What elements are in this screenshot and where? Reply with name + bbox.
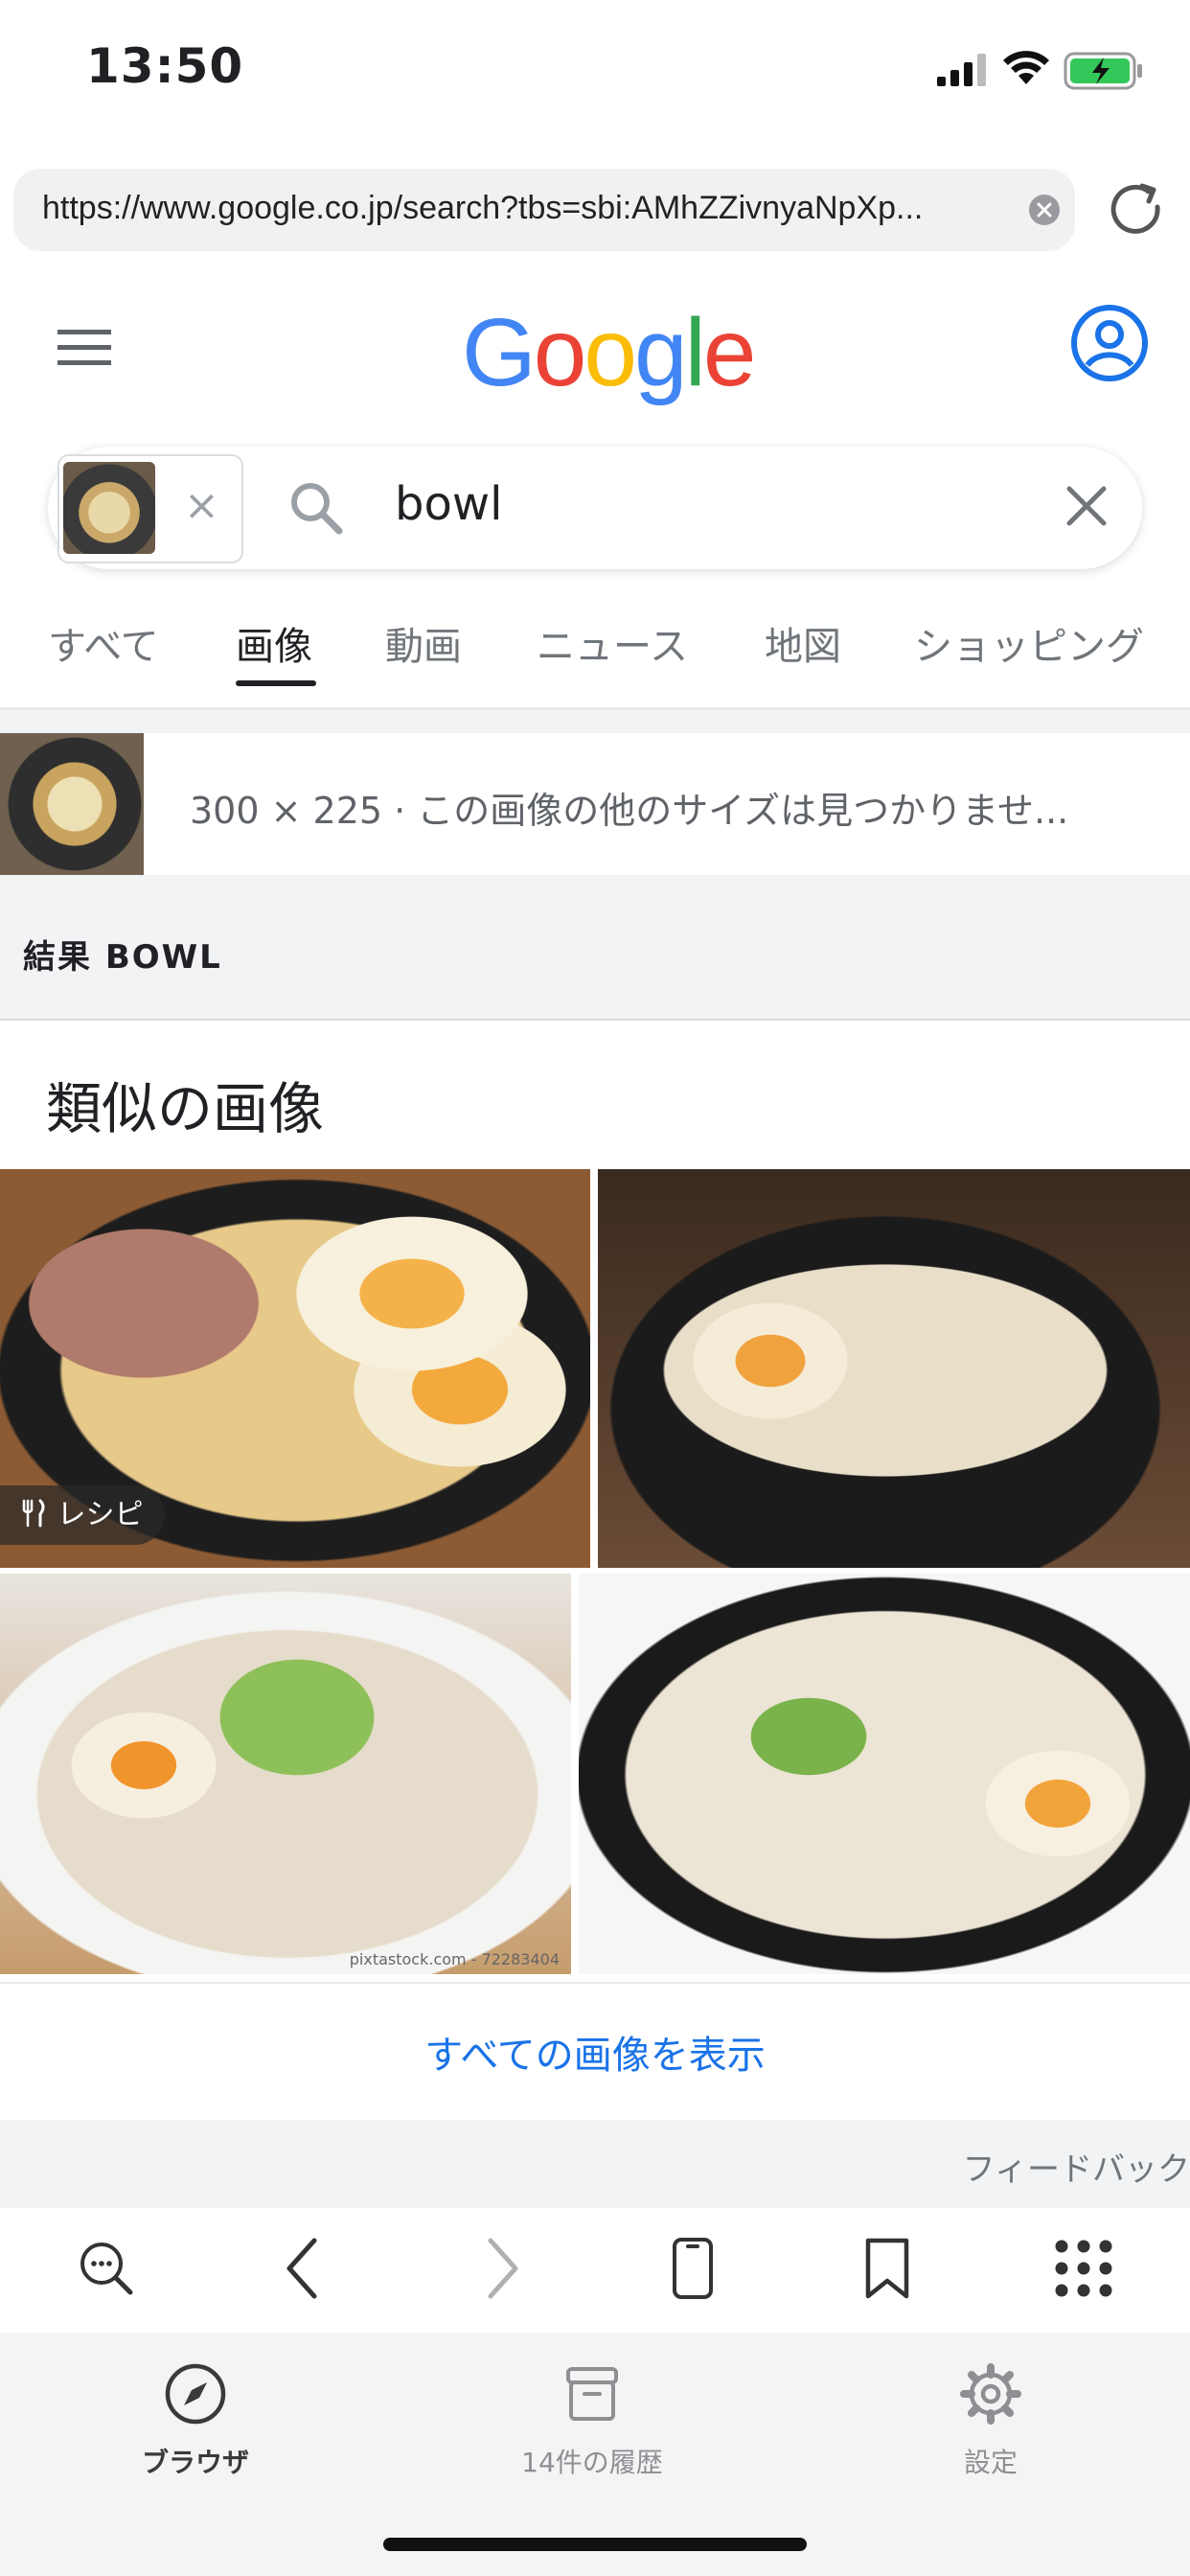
home-indicator [383,2538,807,2551]
tabbar-label-history: 14件の履歴 [521,2447,663,2478]
source-image-card[interactable]: 300 × 225 · この画像の他のサイズは見つかりませ... [0,733,1190,875]
gear-icon [960,2363,1021,2425]
search-icon[interactable] [75,2237,138,2300]
device-icon[interactable] [671,2237,715,2300]
similar-image-1[interactable]: レシピ [0,1169,590,1568]
tab-news[interactable]: ニュース [537,615,688,671]
browser-toolbar [0,2208,1190,2333]
tab-maps[interactable]: 地図 [765,615,841,671]
logo-letter: o [584,299,637,406]
account-circle-icon[interactable] [1069,303,1150,383]
archive-box-icon [566,2367,618,2421]
active-tab-indicator [236,680,316,686]
status-time: 13:50 [86,38,244,94]
bookmark-icon[interactable] [862,2237,912,2300]
chip-remove-button[interactable]: × [184,481,219,530]
result-section: 結果 BOWL [0,875,1190,1019]
tabbar-label-browser: ブラウザ [141,2447,249,2478]
recipe-badge-label: レシピ [57,1498,144,1531]
show-all-images-link[interactable]: すべての画像を表示 [0,2024,1190,2080]
tab-videos[interactable]: 動画 [385,615,462,671]
close-icon [1037,202,1052,218]
image-watermark: pixtastock.com - 72283404 [349,1950,560,1968]
google-logo[interactable]: Google [462,305,756,401]
tab-shopping[interactable]: ショッピング [914,615,1144,671]
logo-letter: e [702,299,757,406]
search-input[interactable]: bowl [395,477,502,531]
tabbar-label-settings: 設定 [963,2447,1018,2478]
cellular-signal-icon [937,54,986,86]
tab-all[interactable]: すべて [48,615,159,671]
similar-image-4[interactable] [579,1574,1190,1974]
reload-icon[interactable] [1104,178,1169,243]
url-clear-button[interactable] [1029,195,1060,225]
hamburger-menu-icon[interactable] [56,326,113,370]
logo-letter: G [462,299,537,406]
logo-letter: g [634,299,688,406]
search-icon [291,483,343,535]
compass-icon [165,2363,226,2425]
url-text[interactable]: https://www.google.co.jp/search?tbs=sbi:… [42,190,1039,227]
fork-knife-icon [22,1499,45,1528]
tab-images[interactable]: 画像 [236,615,312,671]
feedback-link[interactable]: フィードバック [963,2143,1190,2190]
recipe-badge: レシピ [0,1485,165,1545]
source-image-thumbnail[interactable] [0,733,144,875]
back-icon[interactable] [278,2237,326,2300]
tabbar-item-browser[interactable]: ブラウザ [90,2361,301,2480]
wifi-icon [1003,51,1049,84]
divider [0,1019,1190,1021]
search-box[interactable]: × bowl [48,447,1142,569]
query-image-thumbnail [63,462,155,554]
forward-icon[interactable] [479,2237,527,2300]
logo-letter: o [533,299,587,406]
feedback-section: フィードバック [0,2120,1190,2208]
similar-images-title: 類似の画像 [46,1076,325,1141]
image-search-chip[interactable]: × [57,454,243,564]
tabbar-item-settings[interactable]: 設定 [885,2361,1096,2480]
clear-search-icon[interactable] [1060,479,1113,533]
similar-image-2[interactable] [598,1169,1190,1568]
source-image-info: 300 × 225 · この画像の他のサイズは見つかりませ... [190,790,1069,832]
battery-charging-icon [1064,52,1142,90]
tabbar-item-history[interactable]: 14件の履歴 [487,2361,698,2480]
logo-letter: l [684,299,706,406]
divider [0,1982,1190,1984]
similar-image-3[interactable]: pixtastock.com - 72283404 [0,1574,571,1974]
url-bar[interactable]: https://www.google.co.jp/search?tbs=sbi:… [13,169,1075,251]
result-label: 結果 BOWL [23,938,222,977]
section-gap [0,710,1190,733]
grid-icon[interactable] [1052,2237,1115,2300]
